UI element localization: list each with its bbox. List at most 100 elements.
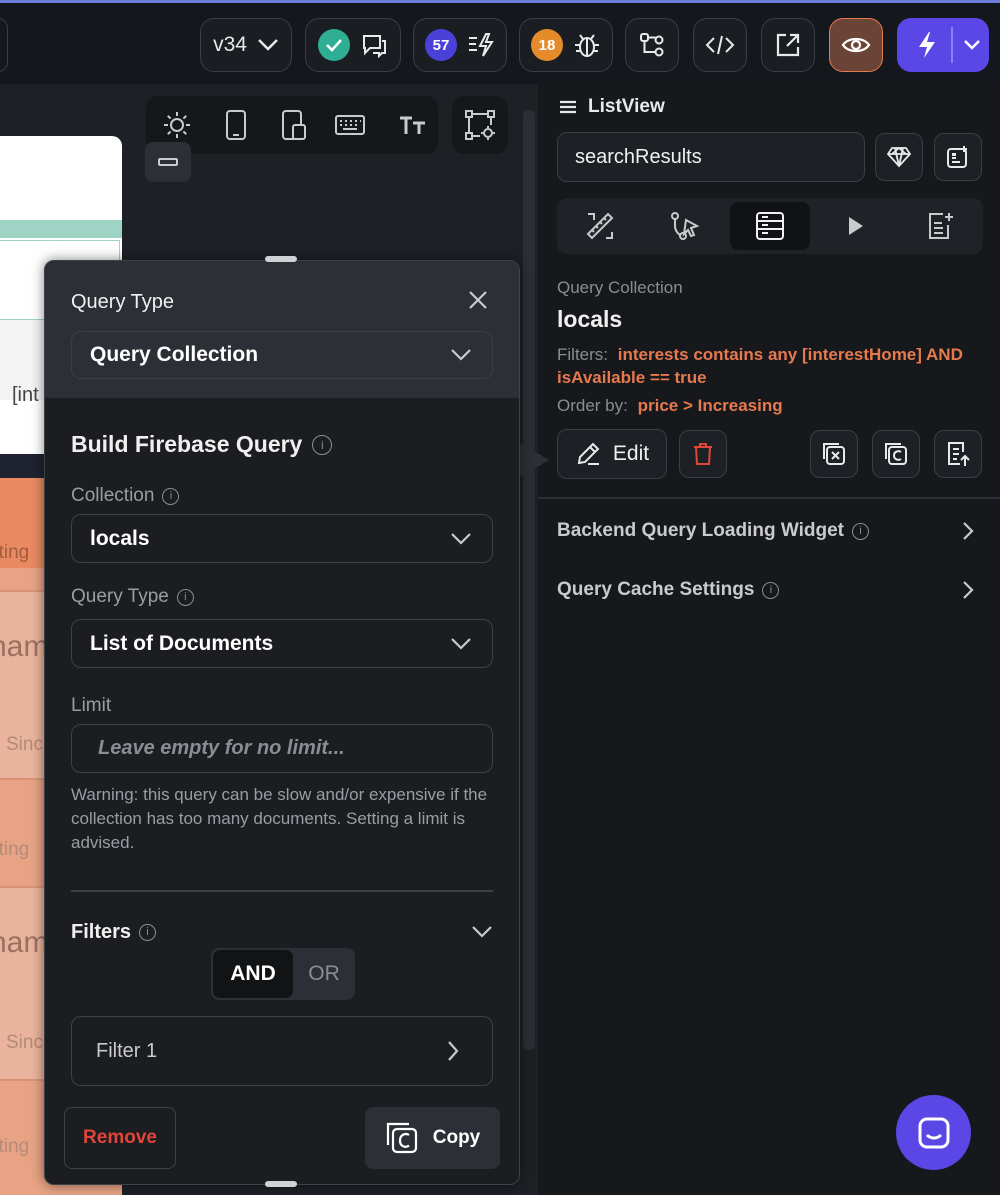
drag-handle-top[interactable] [265, 256, 297, 262]
branch-button[interactable] [625, 18, 679, 72]
phone-icon[interactable] [224, 109, 248, 141]
collection-label: Collection i [71, 485, 180, 507]
preview-button[interactable] [829, 18, 883, 72]
widget-name-input[interactable]: searchResults [557, 132, 865, 182]
section-title: Query Cache Settings [557, 579, 755, 600]
code-button[interactable] [693, 18, 747, 72]
clear-variable-button[interactable] [810, 430, 858, 478]
check-status-icon [318, 29, 350, 61]
partial-text: Sinc [6, 734, 43, 755]
copy-query-button[interactable] [872, 430, 920, 478]
list-icon [560, 100, 576, 114]
drag-handle-bottom[interactable] [265, 1181, 297, 1187]
variable-x-icon [823, 443, 845, 465]
run-divider [951, 27, 953, 63]
query-dialog: Query Type Query Collection Build Fireba… [44, 260, 520, 1185]
close-icon[interactable] [467, 289, 489, 311]
limit-label: Limit [71, 695, 112, 716]
sun-icon[interactable] [162, 110, 192, 140]
left-edge-button[interactable] [0, 18, 8, 72]
ruler-pencil-icon [586, 212, 614, 240]
filters-value-2: isAvailable == true [557, 368, 707, 387]
partial-text: ating [0, 839, 30, 860]
lightning-list-icon [469, 33, 494, 57]
tablet-icon[interactable] [280, 109, 308, 141]
chevron-down-icon [451, 532, 471, 545]
keyboard-icon[interactable] [334, 113, 366, 137]
doc-add-icon [929, 213, 953, 239]
tab-backend-query[interactable] [730, 202, 810, 250]
code-icon [705, 35, 735, 55]
info-icon: i [312, 434, 333, 455]
info-icon: i [139, 923, 157, 941]
filters-label: Filters [71, 920, 132, 943]
external-link-icon [776, 33, 800, 57]
order-value: price > Increasing [637, 396, 783, 415]
cursor-branch-icon [671, 212, 700, 240]
delete-query-button[interactable] [679, 430, 727, 478]
filter-item-label: Filter 1 [96, 1039, 158, 1062]
partial-text: ating [0, 542, 30, 563]
add-widget-button[interactable] [934, 133, 982, 181]
edit-query-button[interactable]: Edit [557, 429, 667, 479]
query-type-label: Query Collection [557, 278, 683, 297]
partial-text: [int [12, 384, 39, 406]
canvas-settings-button[interactable] [452, 96, 508, 154]
partial-text: nam [0, 630, 49, 663]
chevron-down-icon [451, 349, 471, 361]
top-toolbar: v34 57 18 [0, 0, 1000, 84]
collection-select[interactable]: locals [71, 514, 493, 563]
limit-placeholder: Leave empty for no limit... [98, 737, 345, 759]
tab-actions[interactable] [645, 202, 725, 250]
version-label: v34 [213, 33, 247, 56]
text-size-icon[interactable] [398, 113, 428, 137]
partial-text: ating [0, 1136, 30, 1157]
branch-icon [640, 33, 664, 57]
section-title: Backend Query Loading Widget [557, 520, 844, 541]
run-button[interactable] [897, 18, 989, 72]
query-collection-name: locals [557, 306, 623, 332]
eye-icon [841, 37, 871, 53]
info-icon: i [176, 588, 194, 606]
info-icon: i [162, 487, 180, 505]
section-query-cache-settings[interactable]: Query Cache Settings i [557, 575, 983, 605]
chat-icon [363, 35, 386, 58]
widget-chip[interactable] [145, 142, 191, 182]
tab-animations[interactable] [815, 202, 895, 250]
query-type-select[interactable]: Query Collection [71, 331, 493, 379]
tab-properties[interactable] [560, 202, 640, 250]
chat-support-button[interactable] [896, 1095, 971, 1170]
chevron-down-icon[interactable] [963, 39, 981, 51]
section-divider [71, 890, 493, 892]
open-external-button[interactable] [761, 18, 815, 72]
paste-query-button[interactable] [934, 430, 982, 478]
or-option[interactable]: OR [295, 950, 353, 998]
tab-documentation[interactable] [900, 202, 980, 250]
section-title: Build Firebase Query i [71, 431, 333, 458]
filters-header[interactable]: Filters i [71, 918, 493, 946]
limit-input[interactable]: Leave empty for no limit... [71, 724, 493, 773]
status-comments-button[interactable] [305, 18, 401, 72]
version-dropdown[interactable]: v34 [200, 18, 292, 72]
bugs-button[interactable]: 18 [519, 18, 613, 72]
pencil-icon [577, 442, 600, 465]
filter-item[interactable]: Filter 1 [71, 1016, 493, 1086]
panel-divider [538, 497, 1000, 499]
remove-button[interactable]: Remove [64, 1107, 176, 1169]
chat-support-icon [918, 1117, 949, 1148]
filters-value: interests contains any [interestHome] AN… [617, 345, 963, 364]
premium-button[interactable] [875, 133, 923, 181]
canvas-scrollbar[interactable] [520, 110, 538, 1110]
and-option[interactable]: AND [213, 950, 293, 998]
chevron-right-icon [448, 1041, 459, 1061]
header-label: Query Type [71, 291, 175, 313]
actions-button[interactable]: 57 [413, 18, 507, 72]
copy-button[interactable]: Copy [365, 1107, 500, 1169]
diamond-icon [886, 146, 912, 168]
copy-c-icon [885, 443, 907, 465]
settings-icon [465, 110, 495, 140]
database-icon [756, 212, 784, 240]
query-type-list-select[interactable]: List of Documents [71, 619, 493, 668]
section-backend-query-loading[interactable]: Backend Query Loading Widget i [557, 516, 983, 546]
dialog-header: Query Type Query Collection [45, 261, 519, 398]
